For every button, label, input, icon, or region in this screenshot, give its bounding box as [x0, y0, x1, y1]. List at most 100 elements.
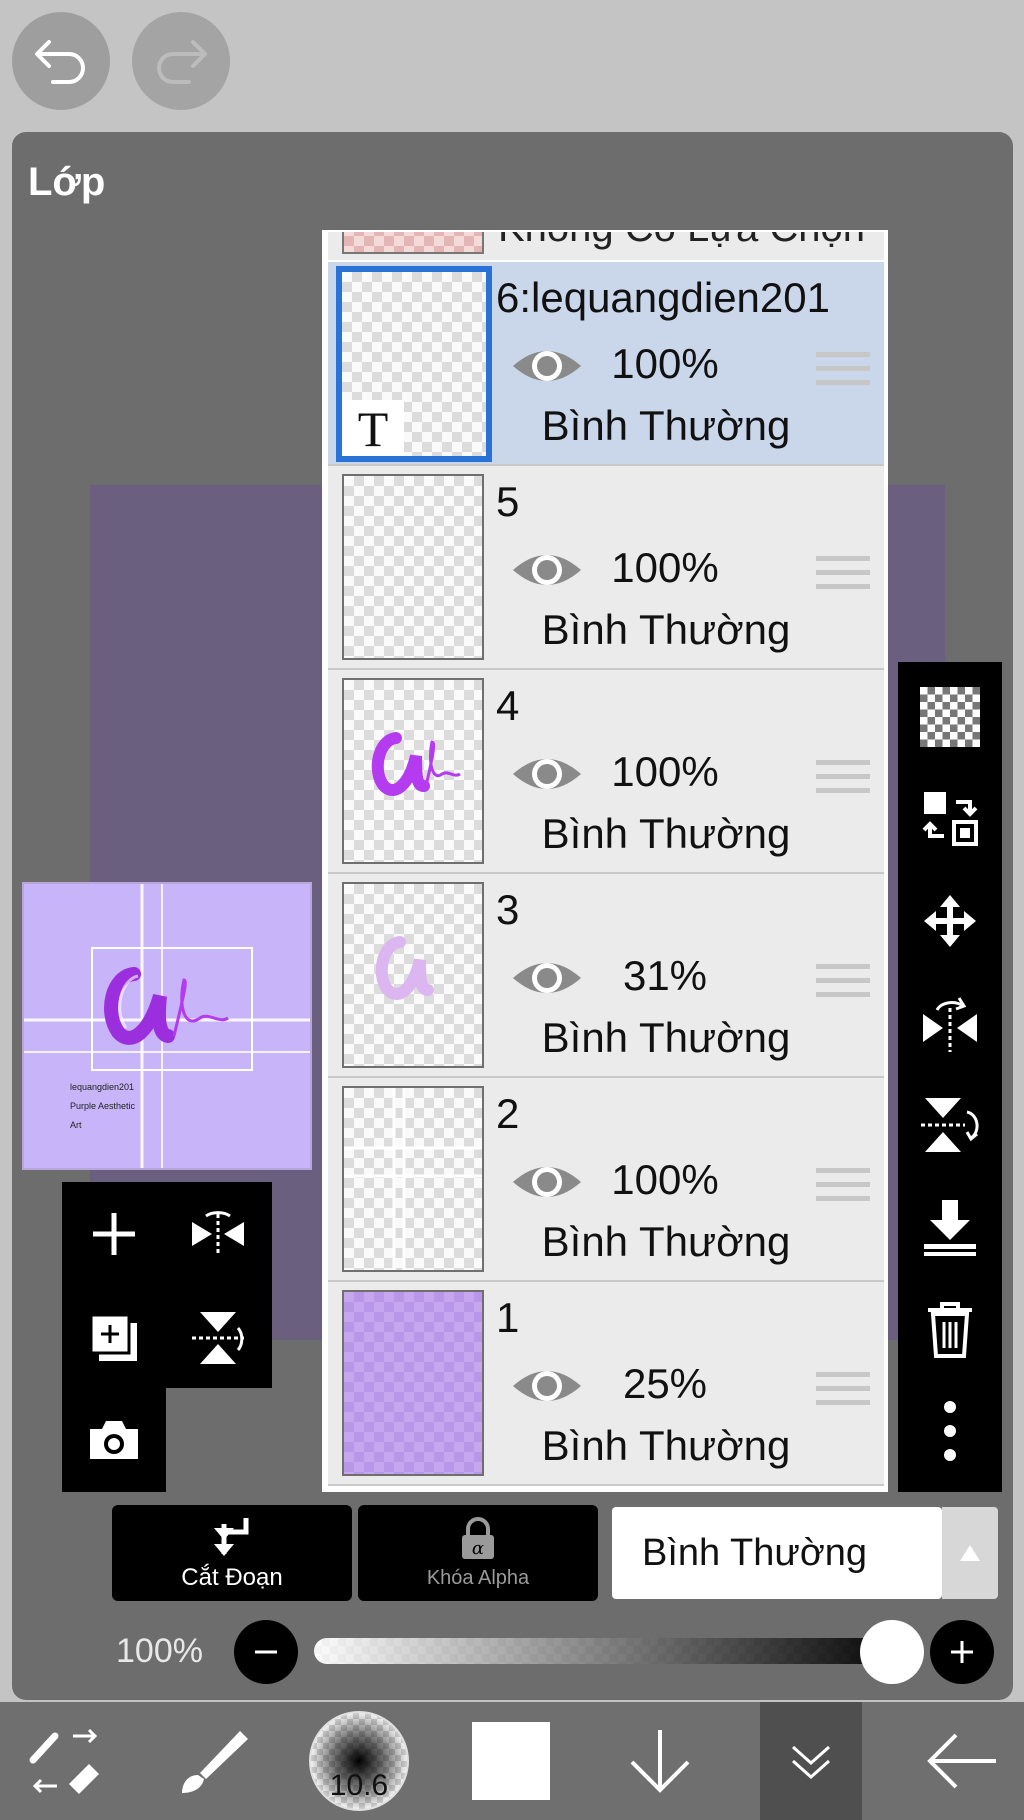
layer-name: 3 — [496, 886, 520, 933]
swap-layers-button[interactable] — [898, 770, 1002, 868]
arrow-left-icon — [927, 1733, 996, 1789]
letter-a-shadow-art — [375, 936, 434, 1000]
layer-blend-mode: Bình Thường — [541, 402, 791, 449]
flip-horizontal-icon — [192, 1211, 244, 1256]
flip-layer-vertical-button[interactable] — [898, 1076, 1002, 1174]
layer-list[interactable]: Không Có Lựa Chọn T 6:lequangdien201 100… — [322, 230, 888, 1492]
layer-row-6[interactable]: T 6:lequangdien201 100% Bình Thường — [328, 262, 884, 466]
redo-icon — [157, 40, 207, 84]
alpha-lock-button[interactable]: α Khóa Alpha — [358, 1505, 598, 1601]
layer-name: 6:lequangdien201 — [496, 274, 830, 321]
preview-artwork — [24, 884, 310, 1168]
color-swatch-button[interactable] — [466, 1702, 556, 1820]
layer-thumbnail — [342, 474, 484, 660]
drag-handle-icon[interactable] — [816, 760, 870, 800]
duplicate-icon — [89, 1313, 137, 1361]
flip-horizontal-icon — [923, 997, 977, 1052]
layer-row-1[interactable]: 1 25% Bình Thường — [328, 1282, 884, 1486]
drag-handle-icon[interactable] — [816, 964, 870, 1004]
chevron-double-down-icon — [792, 1745, 830, 1780]
brush-size-value: 10.6 — [329, 1769, 389, 1802]
flip-layer-horizontal-button[interactable] — [898, 974, 1002, 1072]
layer-blend-mode: Bình Thường — [541, 1422, 791, 1469]
color-swatch — [472, 1722, 550, 1800]
flip-vertical-button[interactable] — [166, 1286, 270, 1390]
text-layer-glyph: T — [342, 400, 404, 456]
layer-name: 4 — [496, 682, 520, 729]
blend-mode-select[interactable]: Bình Thường — [612, 1507, 942, 1599]
opacity-slider-knob[interactable] — [860, 1620, 924, 1684]
layer-blend-mode: Bình Thường — [541, 606, 791, 653]
layer-name: 2 — [496, 1090, 520, 1137]
opacity-slider[interactable] — [314, 1638, 884, 1664]
svg-text:α: α — [472, 1538, 484, 1559]
layer-row-partial[interactable]: Không Có Lựa Chọn — [328, 232, 884, 260]
brush-tool-button[interactable] — [160, 1702, 260, 1820]
delete-layer-button[interactable] — [898, 1280, 1002, 1378]
layer-blend-mode: Bình Thường — [541, 1218, 791, 1265]
undo-icon — [35, 40, 85, 84]
visibility-eye-icon[interactable] — [510, 750, 584, 798]
letter-a-art — [371, 732, 461, 796]
layer-opacity: 100% — [611, 748, 719, 795]
brush-size-button[interactable]: 10.6 — [304, 1702, 414, 1820]
layer-opacity: 100% — [611, 1156, 719, 1203]
merge-down-button[interactable] — [898, 1178, 1002, 1276]
layer-blend-mode: Bình Thường — [541, 1014, 791, 1061]
layer-thumbnail — [342, 1086, 484, 1272]
visibility-eye-icon[interactable] — [510, 342, 584, 390]
swap-icon — [922, 792, 978, 846]
move-layer-button[interactable] — [898, 872, 1002, 970]
brush-icon — [182, 1731, 248, 1793]
flip-vertical-icon — [192, 1312, 244, 1364]
layers-toggle-button[interactable] — [760, 1702, 862, 1820]
redo-button[interactable] — [132, 12, 230, 110]
brush-eraser-swap-icon — [29, 1728, 99, 1794]
bottom-toolbar: 10.6 — [0, 1702, 1024, 1820]
layer-name: 5 — [496, 478, 520, 525]
merge-down-icon — [924, 1200, 976, 1256]
preview-text-line: lequangdien201 — [70, 1082, 135, 1092]
drag-handle-icon[interactable] — [816, 1372, 870, 1412]
add-layer-button[interactable] — [62, 1182, 166, 1286]
move-down-button[interactable] — [610, 1702, 710, 1820]
preview-text-line: Art — [70, 1120, 82, 1130]
opacity-value-label: 100% — [116, 1632, 203, 1670]
undo-button[interactable] — [12, 12, 110, 110]
plus-icon — [93, 1213, 135, 1255]
blend-mode-dropdown-button[interactable] — [942, 1507, 998, 1599]
visibility-eye-icon[interactable] — [510, 1362, 584, 1410]
camera-icon — [90, 1421, 138, 1459]
opacity-decrease-button[interactable] — [234, 1620, 298, 1684]
layer-row-2[interactable]: 2 100% Bình Thường — [328, 1078, 884, 1282]
layer-row-4[interactable]: 4 100% Bình Thường — [328, 670, 884, 874]
opacity-increase-button[interactable] — [930, 1620, 994, 1684]
more-options-button[interactable] — [898, 1382, 1002, 1480]
layer-opacity: 25% — [622, 1360, 708, 1407]
camera-layer-button[interactable] — [62, 1388, 166, 1492]
visibility-eye-icon[interactable] — [510, 954, 584, 1002]
triangle-up-icon — [960, 1545, 980, 1561]
duplicate-layer-button[interactable] — [62, 1286, 166, 1390]
drag-handle-icon[interactable] — [816, 556, 870, 596]
transparency-button[interactable] — [898, 668, 1002, 766]
drag-handle-icon[interactable] — [816, 352, 870, 392]
layer-thumbnail — [342, 1290, 484, 1476]
plus-icon — [951, 1641, 973, 1663]
brush-eraser-toggle[interactable] — [10, 1702, 120, 1820]
flip-horizontal-button[interactable] — [166, 1182, 270, 1286]
back-button[interactable] — [912, 1702, 1012, 1820]
arrow-down-icon — [630, 1730, 690, 1793]
canvas-preview[interactable]: lequangdien201 Purple Aesthetic Art — [22, 882, 312, 1170]
drag-handle-icon[interactable] — [816, 1168, 870, 1208]
visibility-eye-icon[interactable] — [510, 546, 584, 594]
clipping-button[interactable]: Cắt Đoạn — [112, 1505, 352, 1601]
preview-text-line: Purple Aesthetic — [70, 1101, 136, 1111]
layer-row-5[interactable]: 5 100% Bình Thường — [328, 466, 884, 670]
layer-thumbnail: T — [336, 266, 492, 462]
alpha-lock-label: Khóa Alpha — [426, 1566, 530, 1589]
layer-row-3[interactable]: 3 31% Bình Thường — [328, 874, 884, 1078]
layer-thumbnail — [342, 882, 484, 1068]
layer-thumbnail — [342, 678, 484, 864]
visibility-eye-icon[interactable] — [510, 1158, 584, 1206]
